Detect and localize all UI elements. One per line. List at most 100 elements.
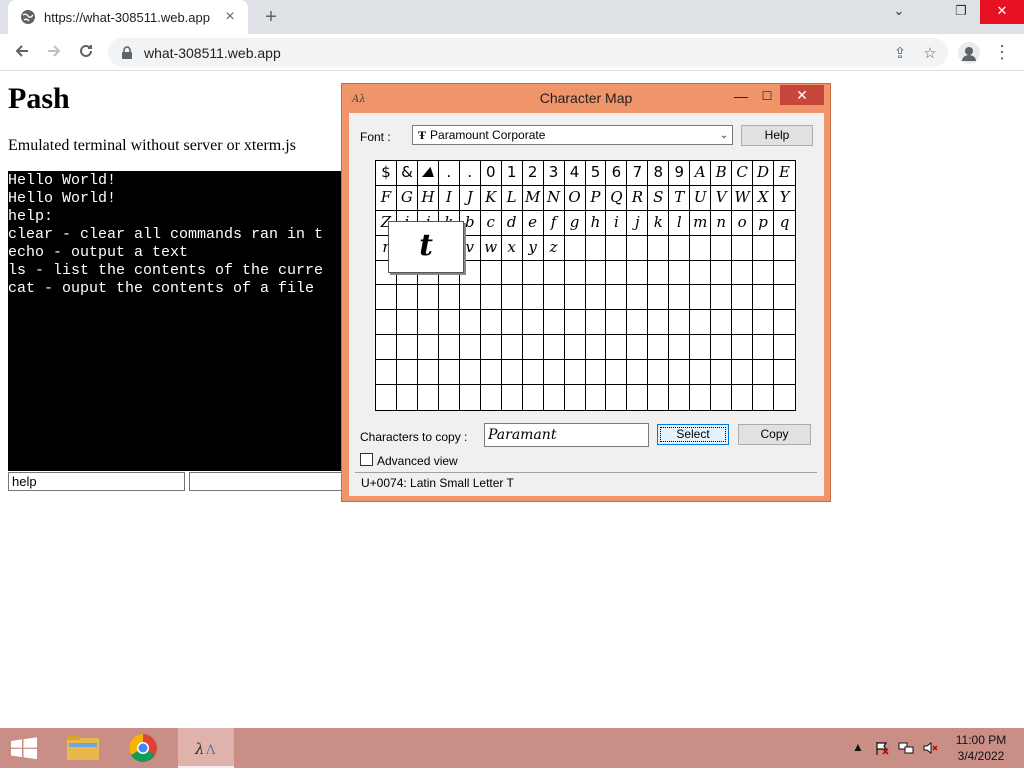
character-cell[interactable]: 2 [522, 161, 544, 186]
character-cell[interactable]: I [438, 185, 460, 211]
character-cell[interactable] [480, 335, 502, 361]
character-cell[interactable]: R [627, 185, 649, 211]
character-cell[interactable]: i [606, 210, 628, 236]
character-cell[interactable] [417, 360, 439, 386]
character-cell[interactable] [396, 360, 418, 386]
character-cell[interactable] [711, 285, 733, 311]
character-cell[interactable] [564, 335, 586, 361]
character-cell[interactable] [417, 335, 439, 361]
character-cell[interactable] [544, 385, 565, 410]
character-cell[interactable]: $ [376, 161, 397, 186]
character-cell[interactable]: K [480, 185, 502, 211]
character-cell[interactable] [585, 285, 607, 311]
character-cell[interactable] [480, 260, 502, 286]
character-cell[interactable]: h [585, 210, 607, 236]
character-cell[interactable] [564, 360, 586, 386]
character-cell[interactable]: l [669, 210, 691, 236]
character-cell[interactable] [774, 236, 795, 261]
character-cell[interactable] [459, 285, 481, 311]
character-cell[interactable] [711, 260, 733, 286]
character-cell[interactable] [669, 235, 691, 261]
character-cell[interactable] [690, 385, 712, 410]
character-cell[interactable] [522, 260, 544, 286]
browser-menu-icon[interactable]: ⋮ [992, 40, 1012, 64]
character-cell[interactable] [438, 310, 460, 336]
character-cell[interactable]: F [376, 185, 397, 211]
character-cell[interactable] [396, 285, 418, 311]
character-cell[interactable] [732, 310, 754, 336]
character-cell[interactable] [501, 360, 523, 386]
character-cell[interactable] [774, 261, 795, 286]
character-cell[interactable] [459, 360, 481, 386]
character-cell[interactable] [522, 360, 544, 386]
character-cell[interactable]: w [480, 235, 502, 261]
window-close-button[interactable]: ✕ [980, 0, 1024, 24]
character-cell[interactable] [774, 285, 795, 311]
character-cell[interactable] [543, 360, 565, 386]
character-cell[interactable]: d [501, 210, 523, 236]
character-cell[interactable] [585, 260, 607, 286]
character-cell[interactable] [376, 385, 397, 410]
character-cell[interactable] [732, 360, 754, 386]
character-cell[interactable] [543, 335, 565, 361]
character-cell[interactable] [480, 285, 502, 311]
help-button[interactable]: Help [741, 125, 813, 146]
character-cell[interactable] [648, 360, 670, 386]
character-cell[interactable]: U [690, 185, 712, 211]
character-cell[interactable] [669, 260, 691, 286]
character-cell[interactable] [564, 235, 586, 261]
forward-button[interactable] [42, 41, 66, 65]
character-cell[interactable] [648, 385, 670, 410]
character-cell[interactable] [774, 385, 795, 410]
character-cell[interactable] [690, 285, 712, 311]
character-cell[interactable] [586, 385, 607, 410]
character-cell[interactable] [753, 235, 775, 261]
window-restore-button[interactable]: ❐ [944, 0, 978, 24]
character-cell[interactable] [459, 335, 481, 361]
character-cell[interactable]: f [543, 210, 565, 236]
character-cell[interactable] [376, 285, 397, 311]
character-cell[interactable] [606, 260, 628, 286]
profile-avatar-icon[interactable] [958, 42, 980, 64]
character-cell[interactable]: & [396, 161, 418, 186]
share-icon[interactable]: ⇪ [888, 44, 912, 62]
character-cell[interactable] [501, 260, 523, 286]
character-cell[interactable]: k [648, 210, 670, 236]
character-cell[interactable] [606, 235, 628, 261]
volume-muted-icon[interactable] [922, 740, 938, 756]
character-cell[interactable] [732, 385, 754, 410]
character-cell[interactable] [774, 335, 795, 361]
character-cell[interactable] [564, 310, 586, 336]
character-cell[interactable] [376, 360, 397, 386]
character-cell[interactable] [753, 310, 775, 336]
start-button[interactable] [0, 728, 48, 768]
character-cell[interactable] [669, 310, 691, 336]
character-cell[interactable]: . [438, 161, 460, 186]
system-clock[interactable]: 11:00 PM 3/4/2022 [948, 732, 1014, 764]
copy-button[interactable]: Copy [738, 424, 811, 445]
character-cell[interactable]: . [459, 161, 481, 186]
character-cell[interactable]: o [732, 210, 754, 236]
character-cell[interactable] [690, 360, 712, 386]
character-cell[interactable] [565, 385, 586, 410]
character-cell[interactable]: 8 [648, 161, 670, 186]
character-cell[interactable] [523, 385, 544, 410]
command-input[interactable]: help [8, 472, 185, 491]
character-cell[interactable] [648, 260, 670, 286]
character-cell[interactable]: c [480, 210, 502, 236]
character-cell[interactable] [522, 285, 544, 311]
character-cell[interactable]: M [522, 185, 544, 211]
character-cell[interactable] [417, 310, 439, 336]
character-cell[interactable]: n [711, 210, 733, 236]
character-cell[interactable] [438, 285, 460, 311]
charmap-taskbar-button[interactable]: λ Λ [178, 728, 234, 768]
character-cell[interactable]: g [564, 210, 586, 236]
browser-tab[interactable]: https://what-308511.web.app × [8, 0, 248, 34]
character-cell[interactable]: y [522, 235, 544, 261]
character-cell[interactable] [774, 310, 795, 336]
character-cell[interactable] [585, 310, 607, 336]
character-cell[interactable]: 1 [501, 161, 523, 186]
character-cell[interactable]: j [627, 210, 649, 236]
character-cell[interactable] [753, 335, 775, 361]
back-button[interactable] [10, 41, 34, 65]
